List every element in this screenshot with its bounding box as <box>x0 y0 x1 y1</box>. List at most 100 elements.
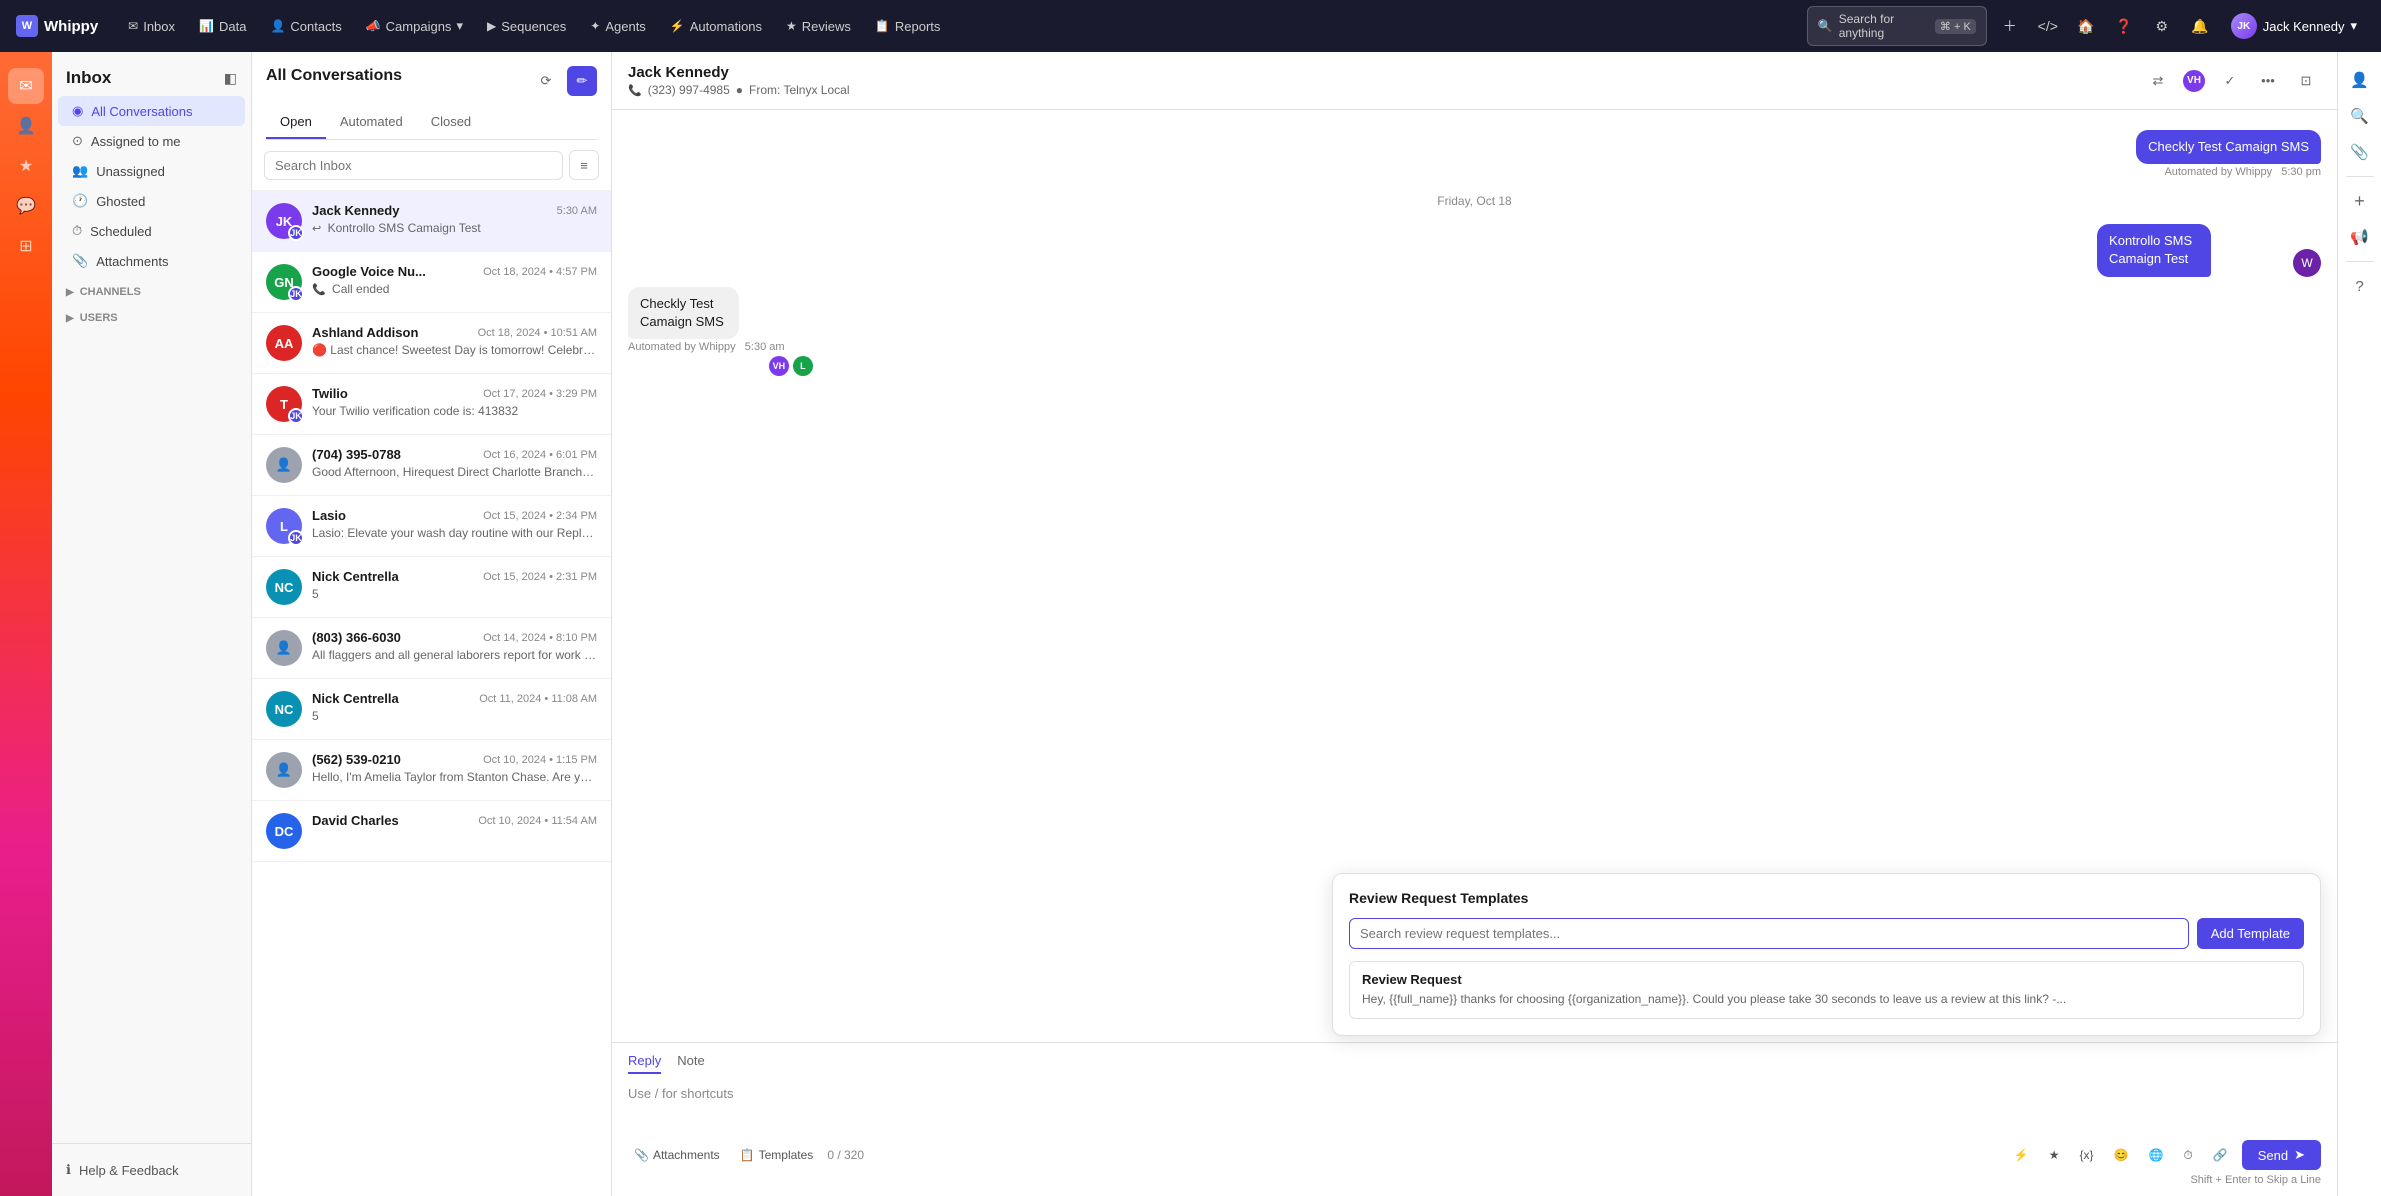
search-panel-icon[interactable]: 🔍 <box>2344 100 2376 132</box>
avatar: JK JK <box>266 203 302 239</box>
help-feedback-item[interactable]: ℹ Help & Feedback <box>66 1156 237 1184</box>
sidebar-people-icon[interactable]: 👤 <box>8 108 44 144</box>
review-templates-title: Review Request Templates <box>1349 890 2304 906</box>
contact-panel-icon[interactable]: 👤 <box>2344 64 2376 96</box>
sidebar-item-unassigned[interactable]: 👥 Unassigned <box>58 156 245 186</box>
conv-search-input[interactable] <box>264 151 563 180</box>
conv-item[interactable]: NC Nick Centrella Oct 11, 2024 • 11:08 A… <box>252 679 611 740</box>
conv-item[interactable]: 👤 (562) 539-0210 Oct 10, 2024 • 1:15 PM … <box>252 740 611 801</box>
conv-item[interactable]: L JK Lasio Oct 15, 2024 • 2:34 PM Lasio:… <box>252 496 611 557</box>
tab-reply[interactable]: Reply <box>628 1053 661 1074</box>
tab-note[interactable]: Note <box>677 1053 704 1074</box>
star-button[interactable]: ★ <box>2043 1144 2066 1166</box>
sidebar-grid-icon[interactable]: ⊞ <box>8 228 44 264</box>
settings-button[interactable]: ⚙ <box>2147 11 2177 41</box>
megaphone-panel-icon[interactable]: 📢 <box>2344 221 2376 253</box>
review-templates-panel: Review Request Templates Add Template Re… <box>1332 873 2321 1036</box>
conv-item[interactable]: 👤 (704) 395-0788 Oct 16, 2024 • 6:01 PM … <box>252 435 611 496</box>
sidebar-chat-icon[interactable]: 💬 <box>8 188 44 224</box>
add-template-button[interactable]: Add Template <box>2197 918 2304 949</box>
avatar: 👤 <box>266 630 302 666</box>
lightning-button[interactable]: ⚡ <box>2008 1144 2035 1166</box>
sidebar-item-assigned-to-me[interactable]: ⊙ Assigned to me <box>58 126 245 156</box>
help-nav-button[interactable]: ❓ <box>2109 11 2139 41</box>
inbox-icon: ✉ <box>128 19 138 33</box>
message-row: Kontrollo SMS Camaign Test W <box>628 224 2321 276</box>
compose-button[interactable]: ✏ <box>567 66 597 96</box>
message-sender-avatars: VH L <box>628 356 813 376</box>
conv-item[interactable]: GN JK Google Voice Nu... Oct 18, 2024 • … <box>252 252 611 313</box>
logo-icon: W <box>16 15 38 37</box>
nav-agents[interactable]: ✦ Agents <box>580 13 656 40</box>
attachments-toolbar-item[interactable]: 📎 Attachments <box>628 1144 726 1166</box>
avatar: NC <box>266 569 302 605</box>
top-navigation: W Whippy ✉ Inbox 📊 Data 👤 Contacts 📣 Cam… <box>0 0 2381 52</box>
refresh-button[interactable]: ⟳ <box>531 66 561 96</box>
channels-section[interactable]: ▶ Channels <box>52 276 251 302</box>
conv-item[interactable]: AA Ashland Addison Oct 18, 2024 • 10:51 … <box>252 313 611 374</box>
nav-contacts[interactable]: 👤 Contacts <box>260 13 351 40</box>
conv-item[interactable]: JK JK Jack Kennedy 5:30 AM ↩ Kontrollo S… <box>252 191 611 252</box>
templates-toolbar-item[interactable]: 📋 Templates <box>734 1144 820 1166</box>
sidebar-star-icon[interactable]: ★ <box>8 148 44 184</box>
message-row: Checkly Test Camaign SMS Automated by Wh… <box>628 287 2321 376</box>
conv-item[interactable]: T JK Twilio Oct 17, 2024 • 3:29 PM Your … <box>252 374 611 435</box>
conv-item[interactable]: NC Nick Centrella Oct 15, 2024 • 2:31 PM… <box>252 557 611 618</box>
more-options-button[interactable]: ••• <box>2253 66 2283 96</box>
nav-reviews[interactable]: ★ Reviews <box>776 13 861 40</box>
message-sender-avatar: W <box>2293 249 2321 277</box>
translate-button[interactable]: 🌐 <box>2142 1144 2169 1166</box>
check-button[interactable]: ✓ <box>2215 66 2245 96</box>
add-button[interactable]: ＋ <box>1995 11 2025 41</box>
clock-button[interactable]: ⏱ <box>2177 1144 2198 1167</box>
badge-avatar: JK <box>288 286 304 302</box>
nav-inbox[interactable]: ✉ Inbox <box>118 13 185 40</box>
sidebar-item-scheduled[interactable]: ⏱ Scheduled <box>58 216 245 246</box>
conv-item[interactable]: DC David Charles Oct 10, 2024 • 11:54 AM <box>252 801 611 862</box>
tab-closed[interactable]: Closed <box>417 106 485 139</box>
send-button[interactable]: Send ➤ <box>2242 1140 2321 1170</box>
add-panel-icon[interactable]: + <box>2344 185 2376 217</box>
emoji-button[interactable]: 😊 <box>2107 1144 2134 1166</box>
reply-input[interactable]: Use / for shortcuts <box>628 1082 2321 1132</box>
conv-item[interactable]: 👤 (803) 366-6030 Oct 14, 2024 • 8:10 PM … <box>252 618 611 679</box>
nav-sequences[interactable]: ▶ Sequences <box>477 13 576 40</box>
nav-automations[interactable]: ⚡ Automations <box>660 13 772 40</box>
reply-area: Reply Note Use / for shortcuts 📎 Attachm… <box>612 1042 2337 1196</box>
assignee-avatar: VH <box>2181 68 2207 94</box>
chat-area: Jack Kennedy 📞 (323) 997-4985 ● From: Te… <box>612 52 2337 1196</box>
user-menu[interactable]: JK Jack Kennedy ▾ <box>2223 9 2365 43</box>
home-button[interactable]: 🏠 <box>2071 11 2101 41</box>
attachment-panel-icon[interactable]: 📎 <box>2344 136 2376 168</box>
nav-campaigns[interactable]: 📣 Campaigns ▾ <box>356 12 473 40</box>
conv-filter-button[interactable]: ≡ <box>569 150 599 180</box>
code-button[interactable]: </> <box>2033 11 2063 41</box>
nav-reports[interactable]: 📋 Reports <box>865 13 950 40</box>
sidebar-item-attachments[interactable]: 📎 Attachments <box>58 246 245 276</box>
users-section[interactable]: ▶ Users <box>52 302 251 328</box>
sidebar-item-all-conversations[interactable]: ◉ All Conversations <box>58 96 245 126</box>
link-button[interactable]: 🔗 <box>2207 1144 2234 1166</box>
message-meta: Automated by Whippy 5:30 am <box>628 341 813 353</box>
template-item[interactable]: Review Request Hey, {{full_name}} thanks… <box>1349 961 2304 1019</box>
sidebar-item-ghosted[interactable]: 🕐 Ghosted <box>58 186 245 216</box>
variable-button[interactable]: {x} <box>2073 1144 2099 1166</box>
avatar: T JK <box>266 386 302 422</box>
tab-automated[interactable]: Automated <box>326 106 417 139</box>
inbox-collapse-button[interactable]: ◧ <box>224 70 237 87</box>
message-bubble: Checkly Test Camaign SMS <box>628 287 739 339</box>
ghosted-icon: 🕐 <box>72 193 88 209</box>
expand-button[interactable]: ⊡ <box>2291 66 2321 96</box>
global-search[interactable]: 🔍 Search for anything ⌘ + K <box>1807 6 1987 46</box>
avatar: 👤 <box>266 447 302 483</box>
review-templates-search-input[interactable] <box>1349 918 2189 949</box>
tab-open[interactable]: Open <box>266 106 326 139</box>
app-logo[interactable]: W Whippy <box>16 15 98 37</box>
transfer-button[interactable]: ⇄ <box>2143 66 2173 96</box>
help-panel-icon[interactable]: ? <box>2344 270 2376 302</box>
notifications-button[interactable]: 🔔 <box>2185 11 2215 41</box>
message-meta: Automated by Whippy 5:30 pm <box>628 166 2321 178</box>
nav-data[interactable]: 📊 Data <box>189 13 256 40</box>
chat-header-actions: ⇄ VH ✓ ••• ⊡ <box>2143 66 2321 96</box>
sidebar-inbox-icon[interactable]: ✉ <box>8 68 44 104</box>
